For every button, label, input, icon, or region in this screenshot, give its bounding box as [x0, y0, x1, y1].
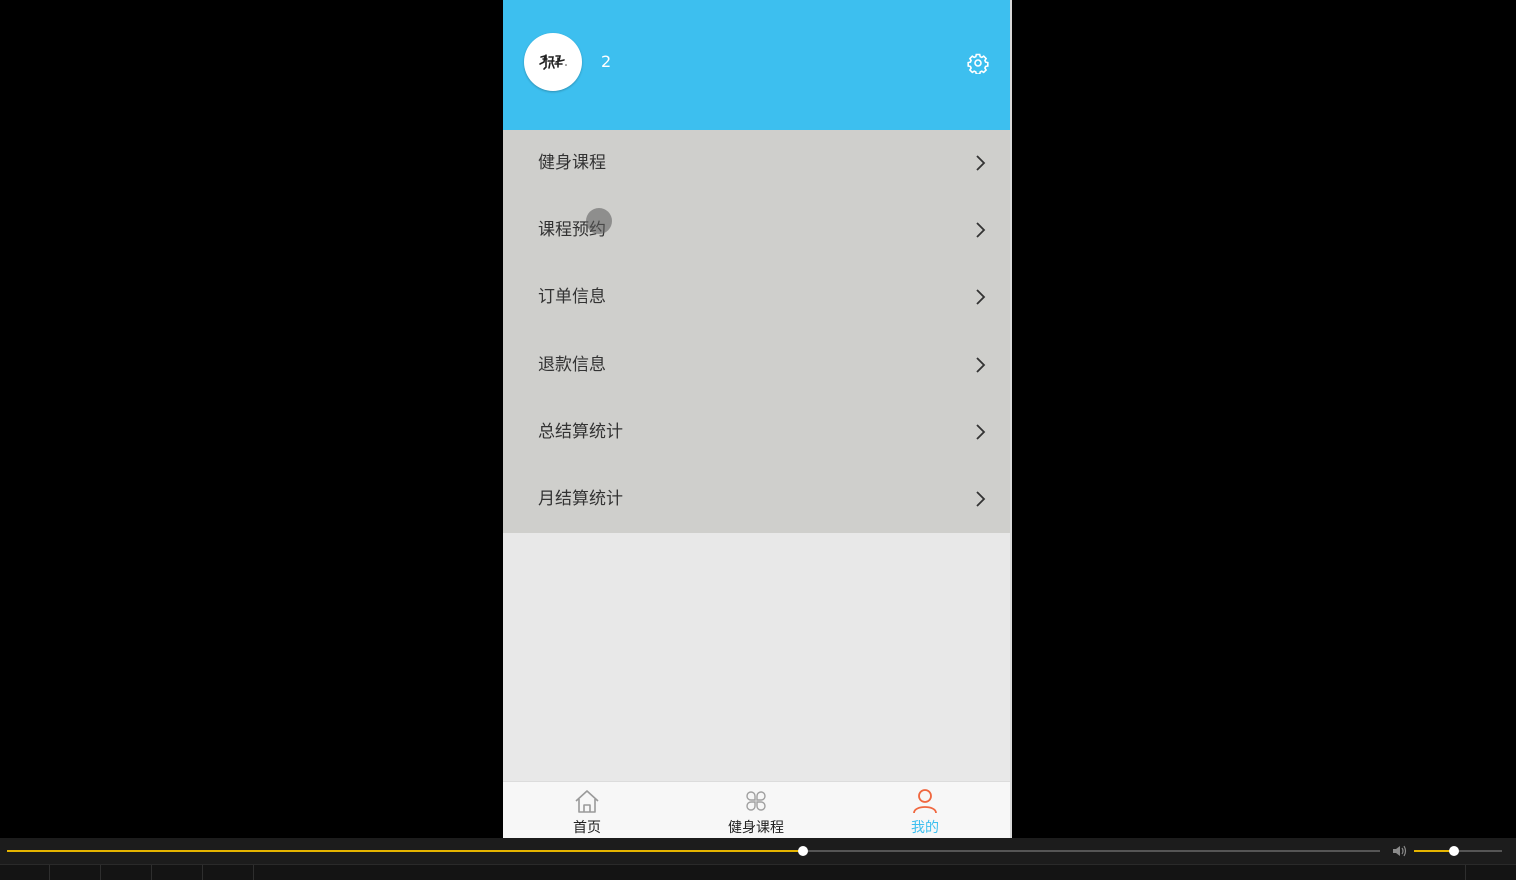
menu-item-label: 总结算统计: [538, 421, 623, 442]
chevron-right-icon: [976, 222, 986, 238]
avatar[interactable]: [524, 33, 582, 91]
progress-bar[interactable]: [7, 846, 1380, 856]
menu-item-monthly-settlement[interactable]: 月结算统计: [503, 466, 1010, 533]
menu-item-label: 退款信息: [538, 354, 606, 375]
chevron-right-icon: [976, 289, 986, 306]
gear-icon: [967, 53, 989, 75]
tab-label: 健身课程: [728, 820, 784, 836]
tab-label: 我的: [911, 820, 939, 836]
tab-home[interactable]: 首页: [527, 782, 647, 838]
touch-indicator: [586, 208, 612, 234]
toolbar-button[interactable]: [102, 865, 152, 880]
tab-mine[interactable]: 我的: [865, 782, 985, 838]
chevron-right-icon: [976, 155, 986, 171]
menu-item-fitness-courses[interactable]: 健身课程: [503, 130, 1010, 197]
home-icon: [575, 790, 599, 813]
tab-fitness-courses[interactable]: 健身课程: [696, 782, 816, 838]
chevron-right-icon: [976, 424, 986, 440]
bottom-tab-bar: 首页 健身课程 我的: [503, 781, 1010, 838]
chevron-right-icon: [976, 491, 986, 507]
user-icon: [913, 789, 937, 814]
toolbar-button[interactable]: [0, 865, 50, 880]
menu-item-course-booking[interactable]: 课程预约: [503, 197, 1010, 264]
player-toolbar: [0, 864, 1516, 880]
phone-screen: 2 健身课程 课程预约 订单信息 退款信息 总结算统计 月结算统计 首页 健身课…: [503, 0, 1010, 838]
video-player-controls: [0, 838, 1516, 880]
profile-header: 2: [503, 0, 1010, 130]
tab-label: 首页: [573, 820, 601, 836]
menu-item-label: 订单信息: [538, 287, 606, 308]
chevron-right-icon: [976, 356, 986, 373]
volume-icon[interactable]: [1392, 844, 1408, 858]
progress-fill: [7, 850, 804, 852]
avatar-logo-icon: [539, 54, 567, 70]
menu-item-label: 健身课程: [538, 153, 606, 173]
toolbar-button[interactable]: [153, 865, 203, 880]
menu-item-label: 月结算统计: [538, 488, 623, 509]
progress-knob[interactable]: [798, 846, 809, 856]
toolbar-button[interactable]: [1465, 865, 1515, 880]
volume-slider[interactable]: [1414, 846, 1502, 856]
volume-knob[interactable]: [1448, 846, 1459, 856]
menu-item-refund-info[interactable]: 退款信息: [503, 332, 1010, 399]
grid-icon: [746, 791, 766, 811]
menu-item-total-settlement[interactable]: 总结算统计: [503, 399, 1010, 466]
volume-fill: [1414, 850, 1454, 852]
settings-button[interactable]: [967, 52, 989, 75]
menu-list: 健身课程 课程预约 订单信息 退款信息 总结算统计 月结算统计: [503, 130, 1010, 533]
menu-item-order-info[interactable]: 订单信息: [503, 264, 1010, 331]
toolbar-button[interactable]: [51, 865, 101, 880]
username: 2: [601, 52, 612, 71]
toolbar-button[interactable]: [204, 865, 254, 880]
phone-edge: [1010, 0, 1012, 838]
